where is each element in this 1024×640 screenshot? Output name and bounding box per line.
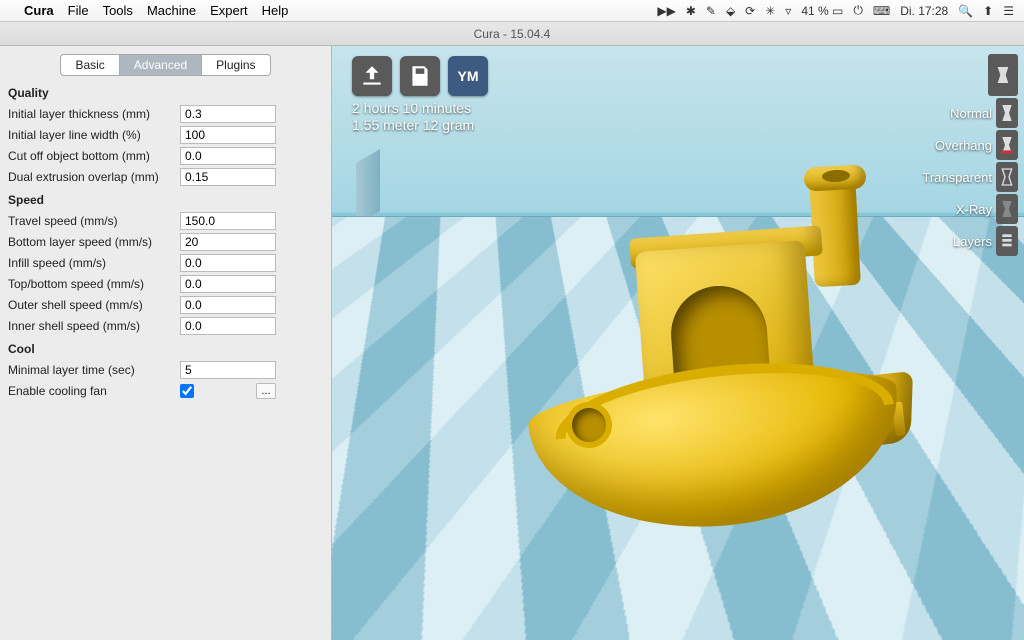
viewmode-normal-label: Normal (950, 106, 992, 121)
input-infill-speed[interactable] (180, 254, 276, 272)
viewmode-transparent[interactable]: Transparent (922, 162, 1018, 192)
input-min-layer-time[interactable] (180, 361, 276, 379)
lbl-innershell-speed: Inner shell speed (mm/s) (8, 319, 180, 333)
tab-advanced[interactable]: Advanced (120, 54, 202, 76)
3d-viewport[interactable]: YM 2 hours 10 minutes 1.55 meter 12 gram… (332, 46, 1024, 640)
menu-app[interactable]: Cura (24, 3, 54, 18)
status-evernote-icon[interactable]: ✱ (686, 4, 696, 18)
viewmode-layers-icon (996, 226, 1018, 256)
group-speed-title: Speed (8, 193, 323, 207)
save-gcode-button[interactable] (400, 56, 440, 96)
viewmode-xray[interactable]: X-Ray (956, 194, 1018, 224)
lbl-cooling-fan: Enable cooling fan (8, 384, 180, 398)
save-icon (407, 63, 433, 89)
load-model-icon (359, 63, 385, 89)
lbl-bottom-speed: Bottom layer speed (mm/s) (8, 235, 180, 249)
viewmode-list: Normal Overhang Transparent X-Ray Layers (922, 54, 1018, 256)
viewmode-overhang-label: Overhang (935, 138, 992, 153)
viewmode-overhang[interactable]: Overhang (935, 130, 1018, 160)
viewmode-xray-label: X-Ray (956, 202, 992, 217)
group-quality-title: Quality (8, 86, 323, 100)
menu-tools[interactable]: Tools (103, 3, 133, 18)
status-appstore-icon[interactable]: ⬆ (983, 4, 993, 18)
viewmode-transparent-label: Transparent (922, 170, 992, 185)
ym-label: YM (458, 68, 479, 84)
input-initial-linewidth[interactable] (180, 126, 276, 144)
lbl-travel-speed: Travel speed (mm/s) (8, 214, 180, 228)
viewmode-layers-label: Layers (953, 234, 992, 249)
youmagine-button[interactable]: YM (448, 56, 488, 96)
status-menu-icon[interactable]: ☰ (1003, 4, 1014, 18)
settings-tabs: Basic Advanced Plugins (8, 54, 323, 76)
status-clock[interactable]: Di. 17:28 (900, 4, 948, 18)
lbl-infill-speed: Infill speed (mm/s) (8, 256, 180, 270)
status-pen-icon[interactable]: ✎ (706, 4, 716, 18)
window-titlebar: Cura - 15.04.4 (0, 22, 1024, 46)
lbl-initial-linewidth: Initial layer line width (%) (8, 128, 180, 142)
status-bluetooth-icon[interactable]: ✳ (765, 4, 775, 18)
mac-menubar: Cura File Tools Machine Expert Help ▶▶ ✱… (0, 0, 1024, 22)
lbl-initial-thickness: Initial layer thickness (mm) (8, 107, 180, 121)
status-fastforward-icon[interactable]: ▶▶ (657, 4, 675, 18)
checkbox-cooling-fan[interactable] (180, 384, 194, 398)
viewmode-main-icon (988, 54, 1018, 96)
lbl-min-layer-time: Minimal layer time (sec) (8, 363, 180, 377)
group-cool-title: Cool (8, 342, 323, 356)
menu-machine[interactable]: Machine (147, 3, 196, 18)
input-bottom-speed[interactable] (180, 233, 276, 251)
viewmode-overhang-icon (996, 130, 1018, 160)
status-battery[interactable]: 41 % ▭ (801, 4, 843, 18)
cooling-fan-more-button[interactable]: ... (256, 383, 276, 399)
input-initial-thickness[interactable] (180, 105, 276, 123)
tab-basic[interactable]: Basic (60, 54, 119, 76)
menu-expert[interactable]: Expert (210, 3, 248, 18)
status-sync-icon[interactable]: ⟳ (745, 4, 755, 18)
status-spotlight-icon[interactable]: 🔍 (958, 4, 973, 18)
viewmode-layers[interactable]: Layers (953, 226, 1018, 256)
status-wifi-icon[interactable]: ▿ (785, 4, 791, 18)
viewmode-normal[interactable]: Normal (950, 98, 1018, 128)
viewmode-transparent-icon (996, 162, 1018, 192)
input-innershell-speed[interactable] (180, 317, 276, 335)
lbl-cutoff-bottom: Cut off object bottom (mm) (8, 149, 180, 163)
menu-help[interactable]: Help (262, 3, 289, 18)
viewmode-main-button[interactable] (988, 54, 1018, 96)
viewmode-normal-icon (996, 98, 1018, 128)
tab-plugins[interactable]: Plugins (202, 54, 270, 76)
estimate-time: 2 hours 10 minutes (352, 100, 474, 117)
estimate-material: 1.55 meter 12 gram (352, 117, 474, 134)
load-model-button[interactable] (352, 56, 392, 96)
window-title: Cura - 15.04.4 (474, 27, 551, 41)
lbl-topbottom-speed: Top/bottom speed (mm/s) (8, 277, 180, 291)
status-power-icon[interactable]: ⏻ (853, 3, 863, 18)
model-3dbenchy[interactable] (522, 166, 922, 566)
input-outershell-speed[interactable] (180, 296, 276, 314)
input-travel-speed[interactable] (180, 212, 276, 230)
viewport-toolbar: YM (352, 56, 488, 96)
input-topbottom-speed[interactable] (180, 275, 276, 293)
status-input-icon[interactable]: ⌨ (873, 4, 890, 18)
status-dropbox-icon[interactable]: ⬙ (726, 4, 735, 18)
input-dual-overlap[interactable] (180, 168, 276, 186)
lbl-outershell-speed: Outer shell speed (mm/s) (8, 298, 180, 312)
viewmode-xray-icon (996, 194, 1018, 224)
input-cutoff-bottom[interactable] (180, 147, 276, 165)
lbl-dual-overlap: Dual extrusion overlap (mm) (8, 170, 180, 184)
print-estimate: 2 hours 10 minutes 1.55 meter 12 gram (352, 100, 474, 134)
menu-file[interactable]: File (68, 3, 89, 18)
settings-panel: Basic Advanced Plugins Quality Initial l… (0, 46, 332, 640)
